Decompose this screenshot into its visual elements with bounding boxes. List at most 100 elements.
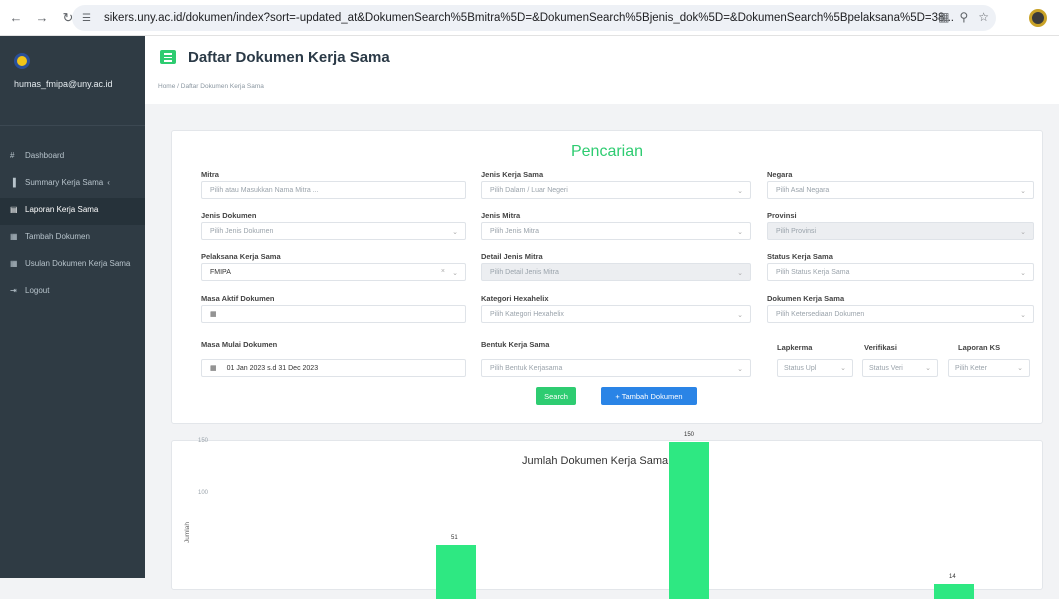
back-icon[interactable]: ←: [6, 8, 26, 28]
chevron-down-icon: ⌄: [1017, 364, 1023, 372]
sidebar-item-summary-kerja-sama[interactable]: ▐Summary Kerja Sama ‹: [0, 171, 145, 198]
jenis-mitra-select[interactable]: Pilih Jenis Mitra⌄: [481, 222, 751, 240]
dashboard-icon: #: [10, 150, 22, 161]
bentuk-kerja-sama-label: Bentuk Kerja Sama: [481, 340, 549, 349]
detail-jenis-mitra-label: Detail Jenis Mitra: [481, 252, 543, 261]
detail-jenis-mitra-select[interactable]: Pilih Detail Jenis Mitra⌄: [481, 263, 751, 281]
sidebar-item-laporan-kerja-sama[interactable]: ▤Laporan Kerja Sama: [0, 198, 145, 225]
profile-avatar[interactable]: [1029, 9, 1047, 27]
kategori-hexahelix-select[interactable]: Pilih Kategori Hexahelix⌄: [481, 305, 751, 323]
forward-icon[interactable]: →: [32, 8, 52, 28]
chevron-down-icon: ⌄: [737, 228, 743, 236]
masa-aktif-input[interactable]: ▦: [201, 305, 466, 323]
mitra-label: Mitra: [201, 170, 219, 179]
verifikasi-label: Verifikasi: [864, 343, 897, 352]
jenis-kerja-sama-label: Jenis Kerja Sama: [481, 170, 543, 179]
sidebar-item-label: Usulan Dokumen Kerja Sama: [25, 258, 130, 269]
sidebar: humas_fmipa@uny.ac.id #Dashboard▐Summary…: [0, 36, 145, 578]
search-title: Pencarian: [172, 143, 1042, 161]
bar-value-label: 14: [949, 574, 956, 580]
chevron-down-icon: ⌄: [737, 311, 743, 319]
chevron-down-icon: ⌄: [925, 364, 931, 372]
masa-mulai-input[interactable]: ▦01 Jan 2023 s.d 31 Dec 2023: [201, 359, 466, 377]
lapkerma-label: Lapkerma: [777, 343, 812, 352]
pelaksana-label: Pelaksana Kerja Sama: [201, 252, 281, 261]
uny-logo: [14, 53, 30, 69]
zoom-icon[interactable]: ⚲: [959, 10, 968, 24]
negara-label: Negara: [767, 170, 792, 179]
chevron-down-icon: ⌄: [1020, 311, 1026, 319]
sidebar-item-label: Logout: [25, 285, 49, 296]
chevron-down-icon: ⌄: [840, 364, 846, 372]
laporan-ks-select[interactable]: Pilih Keter⌄: [948, 359, 1030, 377]
status-kerja-sama-label: Status Kerja Sama: [767, 252, 833, 261]
bar-value-label: 150: [684, 432, 694, 438]
masa-aktif-label: Masa Aktif Dokumen: [201, 294, 275, 303]
chevron-down-icon: ⌄: [452, 269, 458, 277]
chart-bar[interactable]: [669, 442, 709, 599]
address-bar[interactable]: ☰ sikers.uny.ac.id/dokumen/index?sort=-u…: [72, 5, 996, 31]
add-document-button[interactable]: + Tambah Dokumen: [601, 387, 697, 405]
bentuk-kerja-sama-select[interactable]: Pilih Bentuk Kerjasama⌄: [481, 359, 751, 377]
report-icon: ▤: [10, 204, 22, 215]
sidebar-item-dashboard[interactable]: #Dashboard: [0, 144, 145, 171]
jenis-mitra-label: Jenis Mitra: [481, 211, 520, 220]
jenis-kerja-sama-select[interactable]: Pilih Dalam / Luar Negeri⌄: [481, 181, 751, 199]
chevron-down-icon: ⌄: [737, 365, 743, 373]
browser-toolbar: ← → ↻ ☰ sikers.uny.ac.id/dokumen/index?s…: [0, 0, 1059, 36]
table-icon: ▦: [10, 231, 22, 242]
sidebar-item-tambah-dokumen[interactable]: ▦Tambah Dokumen: [0, 225, 145, 252]
provinsi-select[interactable]: Pilih Provinsi⌄: [767, 222, 1034, 240]
jenis-dokumen-label: Jenis Dokumen: [201, 211, 256, 220]
breadcrumb[interactable]: Home / Daftar Dokumen Kerja Sama: [158, 83, 264, 90]
sidebar-menu: #Dashboard ▐Summary Kerja Sama ‹ ▤Laporan K…: [0, 126, 145, 306]
dokumen-kerja-sama-label: Dokumen Kerja Sama: [767, 294, 844, 303]
page-title: Daftar Dokumen Kerja Sama: [188, 49, 390, 66]
chart-title: Jumlah Dokumen Kerja Sama Aktif: [172, 455, 1042, 467]
translate-icon[interactable]: ▦: [938, 10, 949, 24]
negara-select[interactable]: Pilih Asal Negara⌄: [767, 181, 1034, 199]
chevron-left-icon: ‹: [107, 177, 110, 188]
chart-panel: Jumlah Dokumen Kerja Sama Aktif Jumlah 1…: [171, 440, 1043, 590]
page-header: Daftar Dokumen Kerja Sama Home / Daftar …: [145, 36, 1059, 104]
sidebar-item-logout[interactable]: ⇥Logout: [0, 279, 145, 306]
chart-bar[interactable]: [436, 545, 476, 599]
chevron-down-icon: ⌄: [1020, 187, 1026, 195]
status-kerja-sama-select[interactable]: Pilih Status Kerja Sama⌄: [767, 263, 1034, 281]
y-tick-label: 100: [198, 490, 208, 496]
pelaksana-select[interactable]: FMIPA×⌄: [201, 263, 466, 281]
clear-icon[interactable]: ×: [441, 268, 445, 275]
logout-icon: ⇥: [10, 285, 22, 296]
mitra-input[interactable]: Pilih atau Masukkan Nama Mitra ...: [201, 181, 466, 199]
masa-mulai-label: Masa Mulai Dokumen: [201, 340, 277, 349]
lapkerma-select[interactable]: Status Upl⌄: [777, 359, 853, 377]
laporan-ks-label: Laporan KS: [958, 343, 1000, 352]
jenis-dokumen-select[interactable]: Pilih Jenis Dokumen⌄: [201, 222, 466, 240]
sidebar-item-usulan-dokumen-kerja-sama[interactable]: ▦Usulan Dokumen Kerja Sama: [0, 252, 145, 279]
chevron-down-icon: ⌄: [1020, 228, 1026, 236]
kategori-hexahelix-label: Kategori Hexahelix: [481, 294, 549, 303]
search-button[interactable]: Search: [536, 387, 576, 405]
chevron-down-icon: ⌄: [1020, 269, 1026, 277]
sidebar-item-label: Dashboard: [25, 150, 64, 161]
menu-toggle-icon[interactable]: [160, 50, 176, 64]
provinsi-label: Provinsi: [767, 211, 797, 220]
bookmark-star-icon[interactable]: ☆: [978, 10, 989, 24]
search-panel: Pencarian Mitra Pilih atau Masukkan Nama…: [171, 130, 1043, 424]
y-axis-label: Jumlah: [184, 522, 191, 543]
sidebar-header: humas_fmipa@uny.ac.id: [0, 36, 145, 126]
verifikasi-select[interactable]: Status Veri⌄: [862, 359, 938, 377]
chart-bar[interactable]: [934, 584, 974, 599]
chevron-down-icon: ⌄: [452, 228, 458, 236]
bar-chart-icon: ▐: [10, 177, 22, 188]
chevron-down-icon: ⌄: [737, 269, 743, 277]
sidebar-item-label: Tambah Dokumen: [25, 231, 90, 242]
y-tick-label: 150: [198, 438, 208, 444]
sidebar-user-email: humas_fmipa@uny.ac.id: [14, 79, 145, 89]
dokumen-kerja-sama-select[interactable]: Pilih Ketersediaan Dokumen⌄: [767, 305, 1034, 323]
sidebar-item-label: Summary Kerja Sama: [25, 177, 103, 188]
table-icon: ▦: [10, 258, 22, 269]
calendar-icon: ▦: [210, 364, 217, 372]
chevron-down-icon: ⌄: [737, 187, 743, 195]
site-info-icon[interactable]: ☰: [82, 13, 98, 24]
